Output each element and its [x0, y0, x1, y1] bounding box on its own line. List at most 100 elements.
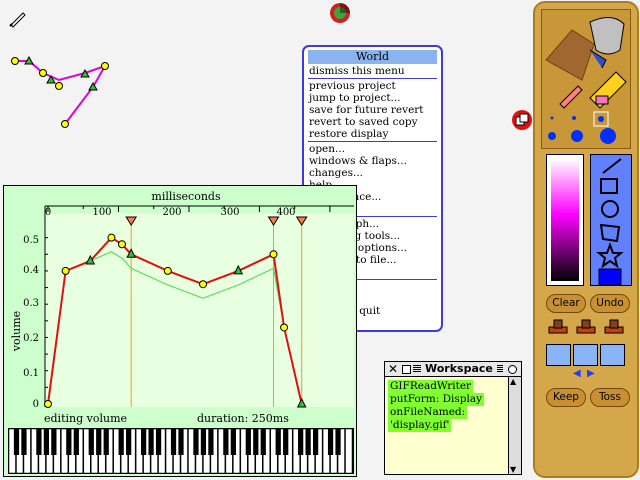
- polygon-morph[interactable]: [5, 50, 117, 132]
- black-key: [103, 429, 109, 455]
- brush-icon[interactable]: [545, 29, 595, 81]
- black-key: [36, 429, 42, 455]
- menu-item-jump-to-project[interactable]: jump to project...: [308, 92, 437, 104]
- menu-item-dismiss[interactable]: dismiss this menu: [308, 65, 437, 77]
- menu-item-save-for-revert[interactable]: save for future revert: [308, 104, 437, 116]
- paint-palette: Clear Undo ◀ ▶ Keep Toss: [533, 1, 639, 478]
- stamp-slot[interactable]: [600, 344, 625, 366]
- black-key: [155, 429, 162, 455]
- menu-item-open[interactable]: open...: [308, 143, 437, 155]
- black-key: [13, 429, 20, 455]
- clear-button[interactable]: Clear: [546, 294, 586, 313]
- black-key: [312, 429, 319, 455]
- current-color-swatch[interactable]: [598, 268, 622, 286]
- status-duration: duration: 250ms: [197, 412, 289, 425]
- keep-button[interactable]: Keep: [546, 388, 586, 407]
- eyedropper-icon[interactable]: [559, 85, 583, 109]
- stamp-tools[interactable]: [545, 317, 631, 339]
- brush-tools-panel: [541, 9, 631, 149]
- workspace-window: ✕ Workspace GIFReadWriter putForm: Displ…: [384, 361, 522, 475]
- menu-item-changes[interactable]: changes...: [308, 167, 437, 179]
- black-key: [126, 429, 132, 455]
- black-key: [253, 429, 259, 455]
- stamp-slot[interactable]: [546, 344, 571, 366]
- star-tool-icon[interactable]: [596, 242, 624, 269]
- white-key: [345, 429, 353, 473]
- black-key: [73, 429, 79, 455]
- polygon-tool-icon[interactable]: [599, 223, 621, 243]
- tick-label-x: 200: [162, 207, 181, 218]
- black-key: [208, 429, 214, 455]
- y-axis-label: volume: [10, 311, 23, 352]
- code-line[interactable]: GIFReadWriter: [388, 380, 474, 393]
- black-key: [170, 429, 177, 455]
- scroll-down-icon[interactable]: ▼: [510, 465, 516, 474]
- bucket-icon[interactable]: [589, 17, 625, 55]
- envelope-editor: milliseconds volume 0 100 200 300 400 0.…: [3, 185, 357, 477]
- ellipse-tool-icon[interactable]: [601, 200, 619, 218]
- code-line[interactable]: onFileNamed:: [388, 406, 468, 419]
- axis-title: milliseconds: [151, 190, 221, 203]
- workspace-scrollbar[interactable]: ▲ ▼: [508, 377, 521, 474]
- code-line[interactable]: putForm: Display: [388, 393, 485, 406]
- black-key: [283, 429, 289, 455]
- stamp-icon[interactable]: [548, 319, 568, 334]
- black-key: [140, 429, 147, 455]
- stamp-slot[interactable]: [573, 344, 598, 366]
- black-key: [96, 429, 102, 455]
- menu-item-revert[interactable]: revert to saved copy: [308, 116, 437, 128]
- stamp-icon[interactable]: [604, 319, 624, 334]
- toss-button[interactable]: Toss: [590, 388, 630, 407]
- previous-arrow-icon[interactable]: ◀: [573, 369, 581, 379]
- status-editing: editing volume: [44, 412, 127, 425]
- piano-keyboard[interactable]: [8, 428, 354, 474]
- workspace-title: Workspace: [421, 362, 497, 376]
- close-icon[interactable]: ✕: [388, 363, 398, 375]
- window-collapse-icon[interactable]: [511, 109, 533, 131]
- envelope-point[interactable]: [199, 280, 208, 289]
- envelope-point[interactable]: [280, 323, 289, 332]
- menu-divider: [308, 78, 437, 79]
- menu-icon[interactable]: [402, 365, 411, 374]
- tick-label-x: 100: [92, 207, 111, 218]
- envelope-point[interactable]: [44, 400, 52, 408]
- envelope-graph[interactable]: milliseconds volume 0 100 200 300 400 0.…: [4, 186, 356, 426]
- black-key: [305, 429, 311, 455]
- workspace-titlebar[interactable]: ✕ Workspace: [385, 362, 521, 377]
- brush-size-dots[interactable]: [548, 116, 616, 144]
- undo-button[interactable]: Undo: [590, 294, 630, 313]
- tick-label-y: 0.5: [23, 235, 39, 246]
- black-key: [66, 429, 72, 455]
- black-key: [327, 429, 334, 455]
- menu-item-restore-display[interactable]: restore display: [308, 128, 437, 140]
- globe-icon[interactable]: [328, 1, 352, 25]
- tick-label-y: 0.1: [23, 368, 39, 379]
- tick-label-x: 300: [220, 207, 239, 218]
- black-key: [245, 429, 251, 455]
- tick-label-y: 0.3: [23, 298, 39, 309]
- envelope-point[interactable]: [163, 266, 172, 275]
- color-swatch-panel[interactable]: [546, 154, 584, 286]
- stamp-icon[interactable]: [576, 319, 596, 334]
- code-line[interactable]: 'display.gif': [388, 419, 452, 432]
- envelope-point[interactable]: [107, 233, 116, 242]
- menu-item-windows-flaps[interactable]: windows & flaps...: [308, 155, 437, 167]
- black-key: [298, 429, 304, 455]
- black-key: [260, 429, 266, 455]
- envelope-point[interactable]: [269, 250, 278, 259]
- tick-label-y: 0.2: [23, 333, 39, 344]
- rectangle-tool-icon[interactable]: [600, 178, 618, 194]
- collapse-icon[interactable]: [508, 365, 517, 374]
- envelope-point[interactable]: [61, 266, 70, 275]
- menu-item-previous-project[interactable]: previous project: [308, 80, 437, 92]
- black-key: [200, 429, 207, 455]
- next-arrow-icon[interactable]: ▶: [587, 369, 595, 379]
- pen-icon[interactable]: [8, 8, 28, 28]
- black-key: [148, 429, 154, 455]
- envelope-point[interactable]: [118, 240, 126, 249]
- black-key: [230, 429, 236, 455]
- scroll-up-icon[interactable]: ▲: [510, 377, 516, 386]
- black-key: [88, 429, 94, 455]
- line-tool-icon[interactable]: [602, 158, 622, 174]
- tick-label-x: 400: [276, 207, 295, 218]
